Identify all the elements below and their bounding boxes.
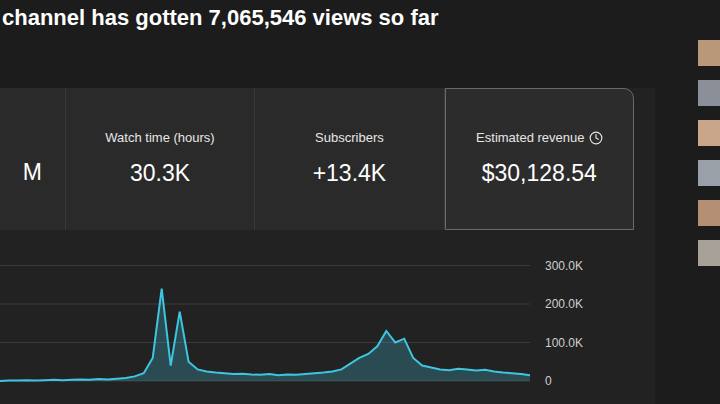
thumbnail — [698, 160, 720, 186]
metric-value: $30,128.54 — [482, 156, 597, 191]
main: channel has gotten 7,065,546 views so fa… — [0, 0, 655, 404]
chart-area-wrap: 300.0K 200.0K 100.0K 0 — [0, 230, 655, 404]
svg-text:200.0K: 200.0K — [545, 297, 583, 311]
screen: channel has gotten 7,065,546 views so fa… — [0, 0, 720, 404]
analytics-panel: M Watch time (hours) 30.3K Subscribers +13.4… — [0, 88, 655, 404]
chart-line — [0, 289, 530, 381]
views-chart: 300.0K 200.0K 100.0K 0 — [0, 230, 600, 402]
metric-card[interactable]: Estimated revenue $30,128.54 — [445, 88, 634, 230]
thumbnail — [698, 240, 720, 266]
metric-card[interactable]: Watch time (hours) 30.3K — [66, 88, 255, 230]
chart-tick: 200.0K — [0, 297, 583, 311]
metric-cards: M Watch time (hours) 30.3K Subscribers +13.4… — [0, 88, 634, 230]
metric-label: Watch time (hours) — [105, 128, 214, 148]
metric-label: Estimated revenue — [476, 128, 602, 148]
thumbnail — [698, 200, 720, 226]
thumbnail — [698, 120, 720, 146]
metric-value: M — [23, 155, 42, 190]
chart-area — [0, 289, 530, 381]
metric-card[interactable]: Subscribers +13.4K — [255, 88, 444, 230]
svg-text:0: 0 — [545, 374, 552, 388]
metric-value: +13.4K — [313, 156, 387, 191]
sidebar-blur — [655, 0, 720, 404]
metric-card[interactable]: M — [0, 88, 66, 230]
thumbnail — [698, 40, 720, 66]
metric-value: 30.3K — [130, 156, 190, 191]
thumbnail — [698, 80, 720, 106]
svg-text:300.0K: 300.0K — [545, 259, 583, 273]
chart-tick: 100.0K — [0, 336, 583, 350]
svg-text:100.0K: 100.0K — [545, 336, 583, 350]
chart-tick: 300.0K — [0, 259, 583, 273]
metric-label: Subscribers — [315, 128, 384, 148]
clock-icon — [589, 131, 603, 145]
headline: channel has gotten 7,065,546 views so fa… — [0, 0, 655, 60]
